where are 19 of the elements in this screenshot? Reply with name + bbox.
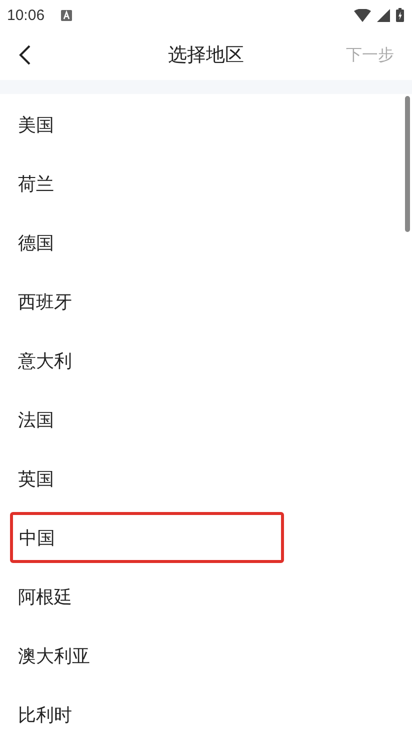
region-item[interactable]: 西班牙 — [0, 272, 412, 331]
signal-icon — [377, 8, 390, 22]
page-title: 选择地区 — [168, 43, 244, 68]
region-item[interactable]: 荷兰 — [0, 154, 412, 213]
region-item[interactable]: 澳大利亚 — [0, 626, 412, 685]
status-time: 10:06 — [7, 6, 45, 24]
keyboard-notification-icon — [60, 10, 72, 20]
region-item[interactable]: 德国 — [0, 213, 412, 272]
region-item[interactable]: 比利时 — [0, 685, 412, 732]
scrollbar[interactable] — [405, 96, 410, 232]
region-item[interactable]: 中国 — [10, 512, 284, 563]
region-item[interactable]: 英国 — [0, 449, 412, 508]
wifi-icon — [354, 8, 371, 22]
region-item[interactable]: 阿根廷 — [0, 567, 412, 626]
battery-icon — [396, 8, 404, 22]
region-item[interactable]: 意大利 — [0, 331, 412, 390]
back-icon — [19, 45, 31, 65]
region-item[interactable]: 法国 — [0, 390, 412, 449]
region-item[interactable]: 美国 — [0, 95, 412, 154]
